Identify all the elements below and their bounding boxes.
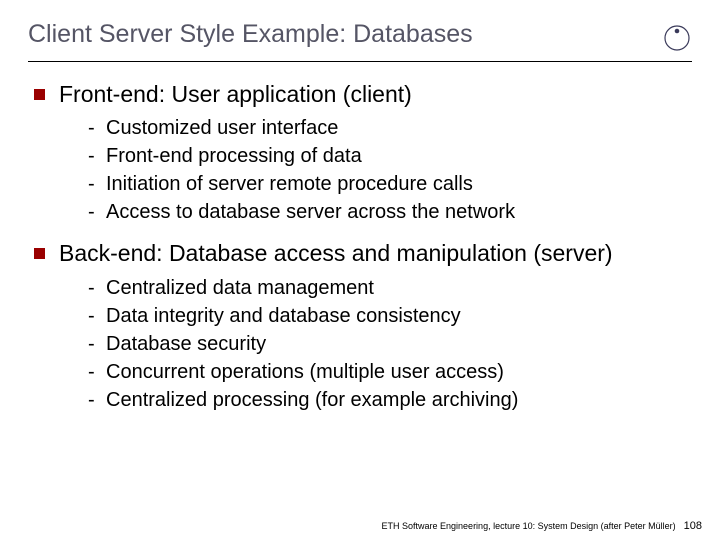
header-row: Client Server Style Example: Databases: [28, 20, 692, 55]
sub-list: -Centralized data management -Data integ…: [88, 275, 686, 413]
sub-list: -Customized user interface -Front-end pr…: [88, 115, 686, 225]
list-item: -Access to database server across the ne…: [88, 199, 686, 225]
list-item-text: Database security: [106, 331, 266, 357]
list-item: -Front-end processing of data: [88, 143, 686, 169]
slide-body: Front-end: User application (client) -Cu…: [28, 80, 692, 413]
slide-title: Client Server Style Example: Databases: [28, 20, 473, 49]
square-bullet-icon: [34, 248, 45, 259]
dash-bullet-icon: -: [88, 331, 106, 357]
section-heading-text: Front-end: User application (client): [59, 80, 412, 109]
list-item: -Initiation of server remote procedure c…: [88, 171, 686, 197]
logo-icon: [662, 23, 692, 53]
title-divider: [28, 61, 692, 62]
square-bullet-icon: [34, 89, 45, 100]
dash-bullet-icon: -: [88, 303, 106, 329]
list-item: -Centralized data management: [88, 275, 686, 301]
footer-text: ETH Software Engineering, lecture 10: Sy…: [382, 521, 676, 531]
page-number: 108: [684, 520, 702, 532]
section-heading: Front-end: User application (client): [34, 80, 686, 109]
dash-bullet-icon: -: [88, 275, 106, 301]
list-item: -Customized user interface: [88, 115, 686, 141]
dash-bullet-icon: -: [88, 199, 106, 225]
dash-bullet-icon: -: [88, 359, 106, 385]
dash-bullet-icon: -: [88, 143, 106, 169]
slide-footer: ETH Software Engineering, lecture 10: Sy…: [382, 520, 702, 532]
list-item: -Database security: [88, 331, 686, 357]
list-item: -Centralized processing (for example arc…: [88, 387, 686, 413]
section-heading: Back-end: Database access and manipulati…: [34, 239, 686, 268]
list-item-text: Front-end processing of data: [106, 143, 362, 169]
list-item-text: Concurrent operations (multiple user acc…: [106, 359, 504, 385]
dash-bullet-icon: -: [88, 115, 106, 141]
slide-container: Client Server Style Example: Databases F…: [0, 0, 720, 540]
list-item-text: Centralized processing (for example arch…: [106, 387, 518, 413]
section-heading-text: Back-end: Database access and manipulati…: [59, 239, 613, 268]
list-item-text: Centralized data management: [106, 275, 374, 301]
list-item-text: Data integrity and database consistency: [106, 303, 461, 329]
list-item: -Concurrent operations (multiple user ac…: [88, 359, 686, 385]
dash-bullet-icon: -: [88, 171, 106, 197]
list-item-text: Access to database server across the net…: [106, 199, 515, 225]
dash-bullet-icon: -: [88, 387, 106, 413]
list-item-text: Customized user interface: [106, 115, 338, 141]
list-item: -Data integrity and database consistency: [88, 303, 686, 329]
list-item-text: Initiation of server remote procedure ca…: [106, 171, 473, 197]
